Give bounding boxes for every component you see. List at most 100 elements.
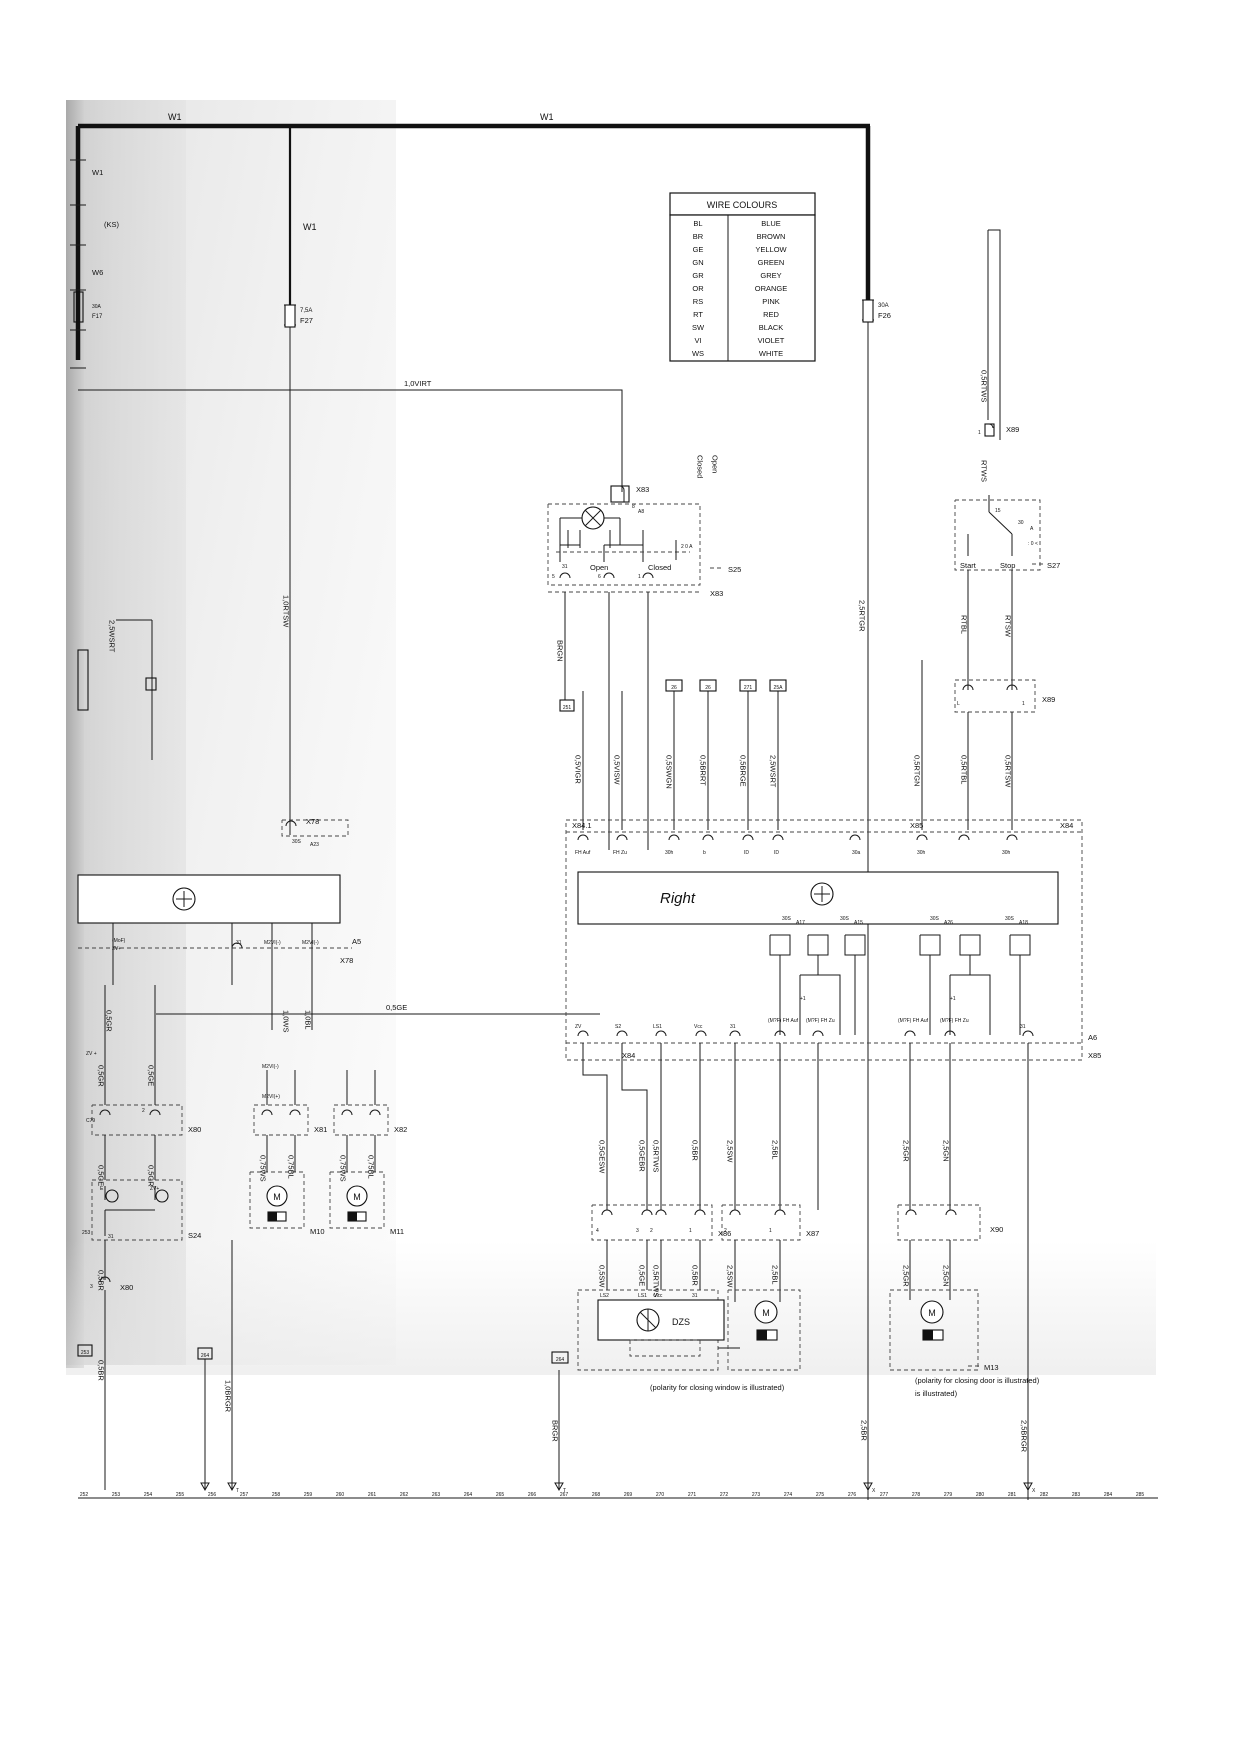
ref-left: 253 bbox=[81, 1350, 90, 1356]
connector-x83-pin: 8 bbox=[632, 504, 635, 510]
wiring-diagram-sheet: W1 W1 W1 W1 (KS) W6 30A F17 WIRE COLOURS… bbox=[0, 0, 1240, 1755]
a5-pin-label-r: M2VI(-) bbox=[302, 940, 319, 946]
module-ref-a15b: A15 bbox=[854, 920, 863, 926]
bus-label-w6: W6 bbox=[92, 268, 103, 277]
switch-s27-block[interactable]: 0,5RTWS X89 1 RTWS 15 30 A : 0 < Start S… bbox=[954, 229, 1060, 830]
module-right-a6: X84.1 X84 X85 FH Auf FH Zu 30h b ID ID 3… bbox=[565, 819, 1101, 1061]
m2vi-minus: M2VI(-) bbox=[262, 1064, 279, 1070]
connector-x89-pin: 1 bbox=[978, 430, 981, 436]
bus-label-w1-top2: W1 bbox=[540, 112, 554, 122]
wire-code: OR bbox=[692, 284, 704, 293]
column-number: 261 bbox=[368, 1492, 377, 1498]
connector-x82: X82 bbox=[394, 1125, 407, 1134]
bus-label-w1-top: W1 bbox=[168, 112, 182, 122]
wire-label-2-5-wsrt: 2,5WSRT bbox=[108, 620, 117, 653]
column-number: 284 bbox=[1104, 1492, 1113, 1498]
module-pin-top-5: ID bbox=[774, 850, 779, 856]
module-pin-bot-5: (M?F) FH Auf bbox=[768, 1018, 799, 1024]
switch-s25-open-vert: Open bbox=[711, 455, 720, 473]
ground-ref-251: 251 bbox=[563, 705, 572, 711]
ref-tag: 271 bbox=[744, 685, 753, 691]
wire-name: ORANGE bbox=[755, 284, 788, 293]
module-pin-bot-4: 31 bbox=[730, 1024, 736, 1030]
fuse-f27: 7,5A F27 bbox=[284, 304, 313, 395]
column-number: 275 bbox=[816, 1492, 825, 1498]
module-pin-bot-9: 31 bbox=[1020, 1024, 1026, 1030]
ref-tag: 26 bbox=[705, 685, 711, 691]
column-number: 259 bbox=[304, 1492, 313, 1498]
wire-code: BR bbox=[693, 232, 704, 241]
wire-name: VIOLET bbox=[758, 336, 785, 345]
column-number: 273 bbox=[752, 1492, 761, 1498]
switch-s25-pin-6: 6 bbox=[598, 574, 601, 580]
module-right-label: Right bbox=[660, 890, 696, 907]
wire-label-0-75-ws-b: 0,75WS bbox=[339, 1155, 348, 1182]
motor-m12-block: M bbox=[727, 1289, 801, 1371]
ref-tag: 25A bbox=[774, 685, 784, 691]
connector-x83-pin-sub: A8 bbox=[638, 509, 644, 515]
wire-label-brgn: BRGN bbox=[556, 640, 565, 662]
fuse-f26-rating: 30A bbox=[878, 303, 889, 309]
column-number: 256 bbox=[208, 1492, 217, 1498]
motor-symbol-m10: M bbox=[273, 1192, 281, 1202]
module-pin-bot-6: (M?F) FH Zu bbox=[806, 1018, 835, 1024]
wire-label-0-5-ge: 0,5GE bbox=[638, 1265, 647, 1286]
wire-label-0-5-gr-c: 0,5GR bbox=[147, 1165, 156, 1187]
column-number: 269 bbox=[624, 1492, 633, 1498]
column-number: 268 bbox=[592, 1492, 601, 1498]
component-m10: M10 bbox=[310, 1227, 325, 1236]
wire-label-0-5-ge-c: 0,5GE bbox=[97, 1165, 106, 1186]
column-number: 281 bbox=[1008, 1492, 1017, 1498]
wire-label-0-5-visw: 0,5VISW bbox=[613, 755, 622, 786]
wire-label-0-5-brrt: 0,5BRRT bbox=[699, 755, 708, 786]
column-number: 271 bbox=[688, 1492, 697, 1498]
switch-s25-block[interactable]: X83 8 A8 2 0 A Open Closed Closed Open 3… bbox=[547, 455, 741, 850]
diagram-notes: (polarity for closing window is illustra… bbox=[650, 1376, 1040, 1398]
ref-253: 253 bbox=[82, 1230, 91, 1236]
switch-s27-stop-label: Stop bbox=[1000, 561, 1015, 570]
column-numbers: 252 253 254 255 256 257 258 259 260 261 … bbox=[80, 1492, 1145, 1498]
internal-note: +1 bbox=[950, 996, 956, 1002]
switch-s27-pin-30: 30 bbox=[1018, 520, 1024, 526]
connector-x89-lower-pin-l: L bbox=[957, 701, 960, 707]
wire-label-1-0-ws: 1,0WS bbox=[282, 1010, 291, 1033]
component-m11: M11 bbox=[390, 1227, 404, 1236]
gnd-mark: T bbox=[236, 1488, 239, 1494]
connector-x80-lower: X80 bbox=[120, 1283, 133, 1292]
column-number: 278 bbox=[912, 1492, 921, 1498]
connector-x78-pin-sub: A23 bbox=[310, 842, 319, 848]
wire-label-0-5-rtsw: 0,5RTSW bbox=[1004, 755, 1013, 788]
column-number-scale: 252 253 254 255 256 257 258 259 260 261 … bbox=[78, 1492, 1158, 1499]
note-door-polarity: (polarity for closing door is illustrate… bbox=[915, 1376, 1040, 1385]
wire-2-5-rtgr: 2,5RTGR bbox=[858, 600, 867, 632]
x80-pin-r: 2 bbox=[142, 1108, 145, 1114]
wire-label-0-5-gebr: 0,5GEBR bbox=[638, 1140, 647, 1172]
dzs-sensor-block: DZS LS2 LS1 Vcc 31 bbox=[577, 1289, 740, 1371]
connector-x84-right: X84 bbox=[1060, 821, 1073, 830]
bus-label-w1-left: W1 bbox=[92, 168, 103, 177]
wire-label-0-5-brge: 0,5BRGE bbox=[739, 755, 748, 787]
module-pin-bot-1: S2 bbox=[615, 1024, 621, 1030]
column-number: 270 bbox=[656, 1492, 665, 1498]
module-pin-bot-8: (M?F) FH Zu bbox=[940, 1018, 969, 1024]
switch-s25-closed-label: Closed bbox=[648, 563, 671, 572]
wire-code: BL bbox=[693, 219, 702, 228]
switch-s25-pos-marker: 2 0 A bbox=[681, 544, 693, 550]
wire-label-2-5-sw: 2,5SW bbox=[726, 1140, 735, 1163]
wire-label-0-5-br-left: 0,5BR bbox=[97, 1270, 106, 1291]
column-number: 274 bbox=[784, 1492, 793, 1498]
wire-name: YELLOW bbox=[755, 245, 787, 254]
zv-ref: ZV + bbox=[86, 1051, 97, 1057]
module-ref-a26: 30S bbox=[930, 916, 940, 922]
wire-label-2-5-gr: 2,5GR bbox=[902, 1140, 911, 1162]
x80-lower-pin: 3 bbox=[90, 1284, 93, 1290]
wire-2-5-wsrt: 2,5WSRT bbox=[108, 619, 157, 760]
wire-label-2-5-wsrt: 2,5WSRT bbox=[769, 755, 778, 788]
module-pin-top-0: FH Auf bbox=[575, 850, 591, 856]
connector-x84-lower: X84 bbox=[622, 1051, 635, 1060]
wire-label-rtsw: RTSW bbox=[1004, 615, 1013, 638]
column-number: 276 bbox=[848, 1492, 857, 1498]
wire-label-rtws: RTWS bbox=[980, 460, 989, 482]
column-number: 279 bbox=[944, 1492, 953, 1498]
wire-label-0-75-bl: 0,75BL bbox=[287, 1155, 296, 1179]
